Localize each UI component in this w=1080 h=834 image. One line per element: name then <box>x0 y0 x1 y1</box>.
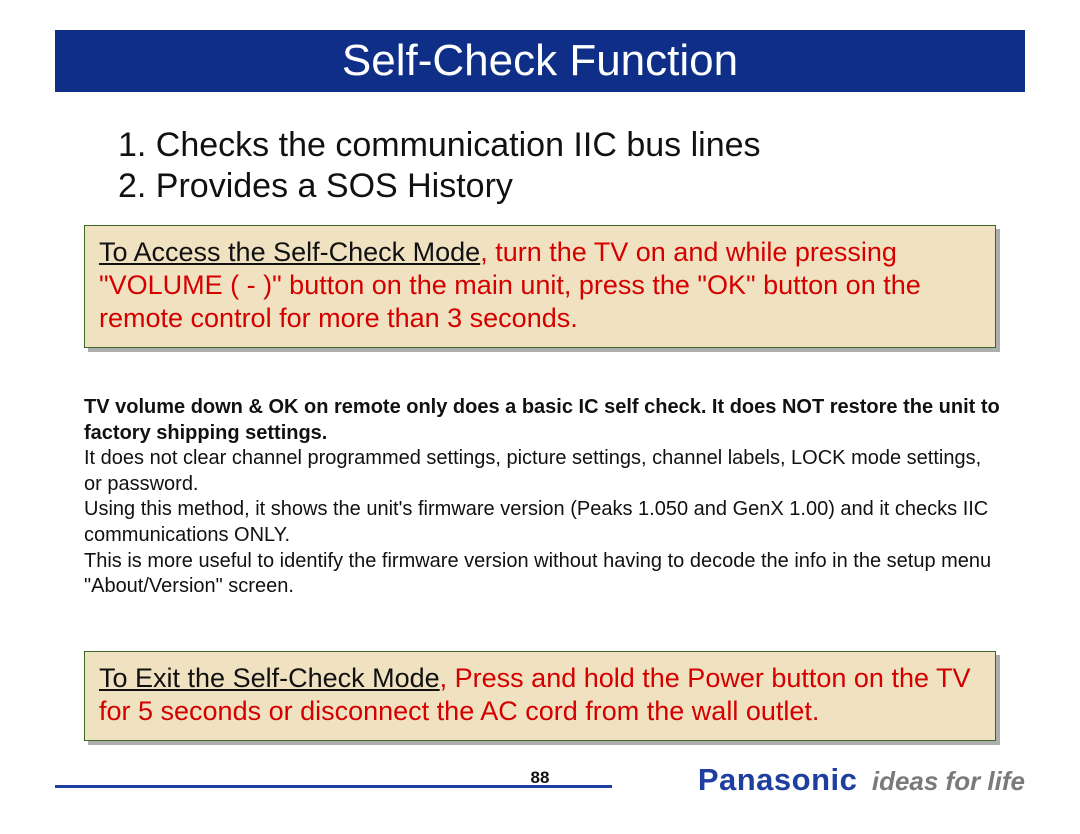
detail-line: This is more useful to identify the firm… <box>84 549 1002 600</box>
slide: Self-Check Function 1. Checks the commun… <box>0 0 1080 834</box>
list-item: 1. Checks the communication IIC bus line… <box>118 125 968 166</box>
access-heading: To Access the Self-Check Mode <box>99 237 480 267</box>
exit-heading: To Exit the Self-Check Mode <box>99 663 440 693</box>
list-item: 2. Provides a SOS History <box>118 166 968 207</box>
panasonic-logo: Panasonic <box>698 762 858 798</box>
exit-instructions-box: To Exit the Self-Check Mode, Press and h… <box>84 651 996 741</box>
detail-line: Using this method, it shows the unit's f… <box>84 497 1002 548</box>
access-instructions-box: To Access the Self-Check Mode, turn the … <box>84 225 996 348</box>
page-title: Self-Check Function <box>55 30 1025 92</box>
detail-line: It does not clear channel programmed set… <box>84 446 1002 497</box>
detail-line-bold: TV volume down & OK on remote only does … <box>84 395 1002 446</box>
brand-tagline: ideas for life <box>872 766 1025 797</box>
brand-block: Panasonic ideas for life <box>698 762 1025 798</box>
details-paragraphs: TV volume down & OK on remote only does … <box>84 395 1002 600</box>
